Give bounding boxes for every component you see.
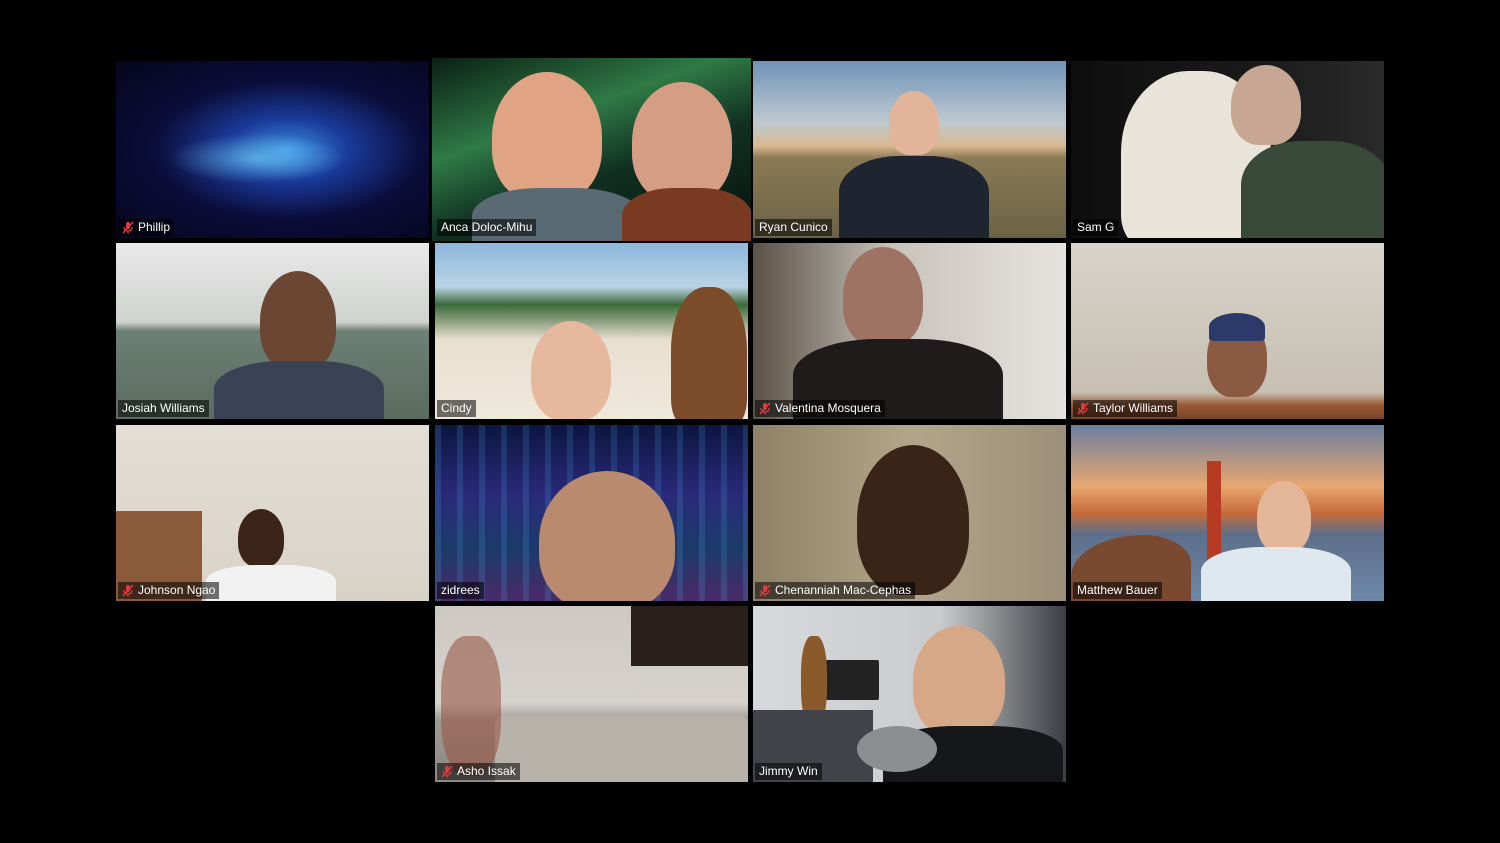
participant-name-tag: Chenanniah Mac-Cephas [755, 582, 916, 599]
microphone-muted-icon [122, 584, 134, 597]
participant-body [1241, 141, 1384, 238]
video-tile-chenanniah-mac-cephas[interactable]: Chenanniah Mac-Cephas [753, 425, 1066, 601]
microphone-muted-icon [441, 765, 453, 778]
video-tile-ryan-cunico[interactable]: Ryan Cunico [753, 61, 1066, 238]
video-tile-taylor-williams[interactable]: Taylor Williams [1071, 243, 1384, 419]
participant-name: Phillip [138, 220, 171, 234]
participant-name: Matthew Bauer [1077, 583, 1158, 597]
video-tile-jimmy-win[interactable]: Jimmy Win [753, 606, 1066, 782]
participant-name-tag: Cindy [437, 400, 476, 417]
participant-body [206, 565, 336, 601]
sofa [495, 716, 748, 782]
participant-name: Chenanniah Mac-Cephas [775, 583, 912, 597]
participant-face [889, 91, 939, 155]
participant-name: Taylor Williams [1093, 401, 1174, 415]
participant-name: Asho Issak [457, 764, 516, 778]
participant-name: Anca Doloc-Mihu [441, 220, 533, 234]
participant-face [857, 445, 969, 595]
hamster [857, 726, 937, 772]
participant-face [238, 509, 284, 567]
microphone-muted-icon [759, 584, 771, 597]
participant-name: Sam G [1077, 220, 1115, 234]
video-tile-johnson-ngao[interactable]: Johnson Ngao [116, 425, 429, 601]
participant-name: Jimmy Win [759, 764, 818, 778]
participant-name-tag: Josiah Williams [118, 400, 209, 417]
participant-face [913, 626, 1005, 736]
video-tile-valentina-mosquera[interactable]: Valentina Mosquera [753, 243, 1066, 419]
participant-face [843, 247, 923, 347]
participant-face [1257, 481, 1311, 553]
participant-name-tag: Valentina Mosquera [755, 400, 885, 417]
nebula-glow [116, 61, 429, 238]
participant-body [1201, 547, 1351, 601]
video-tile-sam-g[interactable]: Sam G [1071, 61, 1384, 238]
participant-name: Josiah Williams [122, 401, 205, 415]
participant-name: Ryan Cunico [759, 220, 828, 234]
video-tile-zidrees[interactable]: zidrees [435, 425, 748, 601]
participant-name-tag: Asho Issak [437, 763, 520, 780]
video-tile-matthew-bauer[interactable]: Matthew Bauer [1071, 425, 1384, 601]
participant-name-tag: Ryan Cunico [755, 219, 832, 236]
monitor [823, 660, 879, 700]
participant-name-tag: Anca Doloc-Mihu [437, 219, 537, 236]
participant-face [1231, 65, 1301, 145]
video-tile-josiah-williams[interactable]: Josiah Williams [116, 243, 429, 419]
plant [441, 636, 501, 776]
head-wrap [1209, 313, 1265, 341]
participant-body [839, 156, 989, 238]
participant-name: Cindy [441, 401, 472, 415]
microphone-muted-icon [1077, 402, 1089, 415]
video-tile-asho-issak[interactable]: Asho Issak [435, 606, 748, 782]
participant-name-tag: Jimmy Win [755, 763, 822, 780]
participant-name-tag: zidrees [437, 582, 484, 599]
participant-body [214, 361, 384, 419]
microphone-muted-icon [122, 221, 134, 234]
participant-name: zidrees [441, 583, 480, 597]
participant-face [531, 321, 611, 419]
participant-name-tag: Taylor Williams [1073, 400, 1178, 417]
video-tile-anca-doloc-mihu[interactable]: Anca Doloc-Mihu [432, 58, 751, 241]
participant-face [539, 471, 675, 601]
dog [671, 287, 747, 419]
participant-name: Valentina Mosquera [775, 401, 881, 415]
participant-name: Johnson Ngao [138, 583, 216, 597]
participant-name-tag: Sam G [1073, 219, 1119, 236]
video-tile-phillip[interactable]: Phillip [116, 61, 429, 238]
wall-art [631, 606, 748, 666]
participant-name-tag: Johnson Ngao [118, 582, 220, 599]
participant-face [260, 271, 336, 371]
participant-name-tag: Phillip [118, 219, 175, 236]
video-tile-cindy[interactable]: Cindy [435, 243, 748, 419]
microphone-muted-icon [759, 402, 771, 415]
participant-name-tag: Matthew Bauer [1073, 582, 1162, 599]
